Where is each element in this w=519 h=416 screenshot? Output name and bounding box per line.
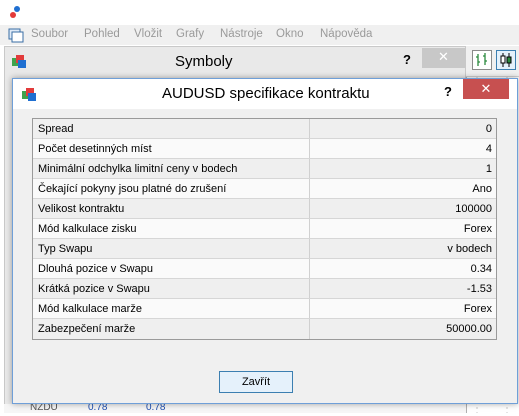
- dialog-close-button[interactable]: ✕: [463, 79, 509, 99]
- row-value: 1: [485, 163, 492, 175]
- menu-item-window[interactable]: Okno: [276, 28, 304, 40]
- document-window-icon[interactable]: [8, 27, 24, 43]
- table-row[interactable]: Minimální odchylka limitní ceny v bodech…: [33, 159, 496, 179]
- table-row[interactable]: Čekající pokyny jsou platné do zrušení A…: [33, 179, 496, 199]
- market-watch-symbol: NZDU: [30, 404, 58, 413]
- market-watch-row[interactable]: NZDU 0.78 0.78: [4, 404, 466, 413]
- column-divider: [309, 219, 310, 238]
- table-row[interactable]: Mód kalkulace zisku Forex: [33, 219, 496, 239]
- symbols-help-button[interactable]: ?: [403, 52, 411, 67]
- symbols-window-title: Symboly: [175, 53, 233, 70]
- app-logo-icon: [8, 4, 24, 20]
- row-label: Minimální odchylka limitní ceny v bodech: [38, 163, 238, 175]
- row-value: 0: [485, 123, 492, 135]
- row-label: Zabezpečení marže: [38, 323, 136, 335]
- row-value: Ano: [472, 183, 492, 195]
- row-label: Velikost kontraktu: [38, 203, 125, 215]
- market-watch-bid: 0.78: [88, 404, 108, 413]
- chart-toolbar: [466, 46, 519, 77]
- close-icon: ✕: [438, 49, 449, 64]
- column-divider: [309, 159, 310, 178]
- row-label: Krátká pozice v Swapu: [38, 283, 150, 295]
- row-label: Mód kalkulace zisku: [38, 223, 137, 235]
- specification-table: Spread 0 Počet desetinných míst 4 Minimá…: [32, 118, 497, 340]
- table-row[interactable]: Spread 0: [33, 119, 496, 139]
- row-label: Dlouhá pozice v Swapu: [38, 263, 153, 275]
- table-row[interactable]: Krátká pozice v Swapu -1.53: [33, 279, 496, 299]
- menu-item-view[interactable]: Pohled: [84, 28, 120, 40]
- row-label: Mód kalkulace marže: [38, 303, 142, 315]
- row-label: Typ Swapu: [38, 243, 93, 255]
- row-label: Čekající pokyny jsou platné do zrušení: [38, 183, 227, 195]
- row-value: 100000: [455, 203, 492, 215]
- row-value: -1.53: [466, 283, 492, 295]
- table-row[interactable]: Zabezpečení marže 50000.00: [33, 319, 496, 339]
- table-row[interactable]: Velikost kontraktu 100000: [33, 199, 496, 219]
- column-divider: [309, 139, 310, 158]
- menu-item-charts[interactable]: Grafy: [176, 28, 204, 40]
- row-value: Forex: [463, 223, 492, 235]
- row-label: Počet desetinných míst: [38, 143, 152, 155]
- row-label: Spread: [38, 123, 74, 135]
- column-divider: [309, 119, 310, 138]
- column-divider: [309, 239, 310, 258]
- close-button[interactable]: Zavřít: [219, 371, 293, 393]
- candlestick-button[interactable]: [496, 50, 516, 70]
- close-icon: ✕: [480, 81, 492, 96]
- symbols-close-button[interactable]: ✕: [422, 48, 466, 68]
- dialog-window-icon: [22, 88, 36, 101]
- candlestick-icon: [500, 53, 512, 67]
- table-row[interactable]: Počet desetinných míst 4: [33, 139, 496, 159]
- dialog-help-button[interactable]: ?: [444, 84, 452, 99]
- table-row[interactable]: Typ Swapu v bodech: [33, 239, 496, 259]
- row-value: v bodech: [447, 243, 492, 255]
- dialog-title: AUDUSD specifikace kontraktu: [162, 85, 370, 102]
- column-divider: [309, 299, 310, 318]
- column-divider: [309, 179, 310, 198]
- row-value: 0.34: [470, 263, 492, 275]
- menu-item-help[interactable]: Nápověda: [320, 28, 372, 40]
- table-row[interactable]: Dlouhá pozice v Swapu 0.34: [33, 259, 496, 279]
- bar-chart-button[interactable]: [472, 50, 492, 70]
- menu-item-tools[interactable]: Nástroje: [220, 28, 263, 40]
- column-divider: [309, 199, 310, 218]
- contract-specification-dialog: AUDUSD specifikace kontraktu ? ✕ Spread …: [12, 78, 518, 404]
- column-divider: [309, 319, 310, 339]
- row-value: 50000.00: [446, 323, 492, 335]
- column-divider: [309, 279, 310, 298]
- market-watch-ask: 0.78: [146, 404, 166, 413]
- row-value: Forex: [463, 303, 492, 315]
- menu-item-insert[interactable]: Vložit: [134, 28, 162, 40]
- menubar: Soubor Pohled Vložit Grafy Nástroje Okno…: [0, 25, 519, 45]
- column-divider: [309, 259, 310, 278]
- table-row[interactable]: Mód kalkulace marže Forex: [33, 299, 496, 319]
- dialog-titlebar[interactable]: AUDUSD specifikace kontraktu ? ✕: [13, 79, 517, 109]
- bar-chart-icon: [476, 53, 487, 66]
- menu-item-file[interactable]: Soubor: [31, 28, 68, 40]
- row-value: 4: [485, 143, 492, 155]
- symbols-window-icon: [12, 55, 26, 68]
